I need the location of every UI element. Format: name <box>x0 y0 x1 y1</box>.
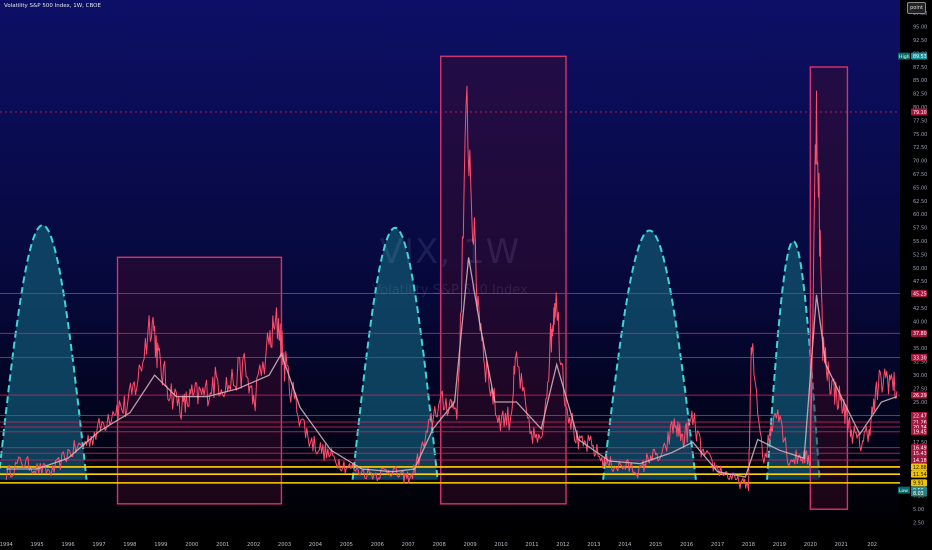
x-tick-label: 2018 <box>742 542 755 548</box>
x-tick-label: 202 <box>867 542 877 548</box>
y-tick-label: 67.50 <box>913 172 927 178</box>
x-tick-label: 1994 <box>0 542 13 548</box>
x-tick-label: 2009 <box>464 542 477 548</box>
chart-canvas[interactable]: 2.505.007.5010.0012.5015.0017.5020.0022.… <box>0 0 932 550</box>
y-tick-label: 65.00 <box>913 185 927 191</box>
x-tick-label: 1999 <box>154 542 167 548</box>
support-tag-label: 12.88 <box>913 465 927 471</box>
x-tick-label: 2020 <box>804 542 817 548</box>
y-tick-label: 40.00 <box>913 319 927 325</box>
x-tick-label: 2008 <box>433 542 446 548</box>
x-tick-label: 2017 <box>711 542 724 548</box>
y-tick-label: 87.50 <box>913 65 927 71</box>
y-tick-label: 70.00 <box>913 159 927 165</box>
level-tag-label: 26.29 <box>913 393 927 399</box>
chart-window: 2.505.007.5010.0012.5015.0017.5020.0022.… <box>0 0 932 550</box>
y-tick-label: 42.50 <box>913 306 927 312</box>
high-marker-tag: High <box>899 54 910 60</box>
x-tick-label: 2001 <box>216 542 229 548</box>
x-tick-label: 1998 <box>123 542 136 548</box>
level-tag-label: 15.43 <box>913 451 927 457</box>
y-tick-label: 75.00 <box>913 132 927 138</box>
x-tick-label: 1995 <box>31 542 44 548</box>
x-tick-label: 2006 <box>371 542 384 548</box>
level-tag-label: 37.80 <box>913 331 927 337</box>
x-tick-label: 2019 <box>773 542 786 548</box>
level-tag-label: 22.47 <box>913 413 927 419</box>
x-tick-label: 2010 <box>494 542 507 548</box>
low-marker-tag: Low <box>899 488 908 494</box>
level-tag-label: 45.25 <box>913 291 927 297</box>
y-tick-label: 55.00 <box>913 239 927 245</box>
y-tick-label: 47.50 <box>913 279 927 285</box>
x-tick-label: 2005 <box>340 542 353 548</box>
current-tag-label: 8.03 <box>913 491 924 497</box>
y-tick-label: 92.50 <box>913 38 927 44</box>
y-tick-label: 27.50 <box>913 386 927 392</box>
x-tick-label: 2000 <box>185 542 198 548</box>
x-tick-label: 2015 <box>649 542 662 548</box>
y-tick-label: 82.50 <box>913 92 927 98</box>
y-tick-label: 25.00 <box>913 400 927 406</box>
x-tick-label: 1997 <box>92 542 105 548</box>
x-tick-label: 2002 <box>247 542 260 548</box>
x-tick-label: 2014 <box>618 542 632 548</box>
level-tag-label: 33.30 <box>913 355 927 361</box>
x-tick-label: 2003 <box>278 542 291 548</box>
y-tick-label: 77.50 <box>913 118 927 124</box>
highlight-box <box>440 55 567 505</box>
high-tag-label: 89.53 <box>913 54 927 60</box>
y-tick-label: 2.50 <box>913 520 924 526</box>
x-tick-label: 2011 <box>525 542 538 548</box>
y-tick-label: 5.00 <box>913 507 924 513</box>
y-tick-label: 30.00 <box>913 373 927 379</box>
x-tick-label: 2007 <box>402 542 415 548</box>
y-tick-label: 57.50 <box>913 226 927 232</box>
y-tick-label: 72.50 <box>913 145 927 151</box>
x-tick-label: 2004 <box>309 542 323 548</box>
y-tick-label: 60.00 <box>913 212 927 218</box>
x-tick-label: 2016 <box>680 542 693 548</box>
level-tag-label: 19.45 <box>913 430 927 436</box>
x-tick-label: 2012 <box>556 542 569 548</box>
y-tick-label: 62.50 <box>913 199 927 205</box>
x-tick-label: 1996 <box>61 542 74 548</box>
level-tag-label: 14.18 <box>913 458 927 464</box>
x-tick-label: 2013 <box>587 542 600 548</box>
chart-title: Volatility S&P 500 Index, 1W, CBOE <box>4 3 101 9</box>
x-tick-label: 2021 <box>835 542 848 548</box>
point-button[interactable]: point <box>907 2 926 14</box>
y-tick-label: 35.00 <box>913 346 927 352</box>
y-tick-label: 52.50 <box>913 252 927 258</box>
support-tag-label: 11.54 <box>913 472 927 478</box>
y-tick-label: 85.00 <box>913 78 927 84</box>
y-tick-label: 95.00 <box>913 25 927 31</box>
y-tick-label: 50.00 <box>913 266 927 272</box>
level-tag-label: 79.10 <box>913 110 927 116</box>
support-tag-label: 9.91 <box>913 481 924 487</box>
